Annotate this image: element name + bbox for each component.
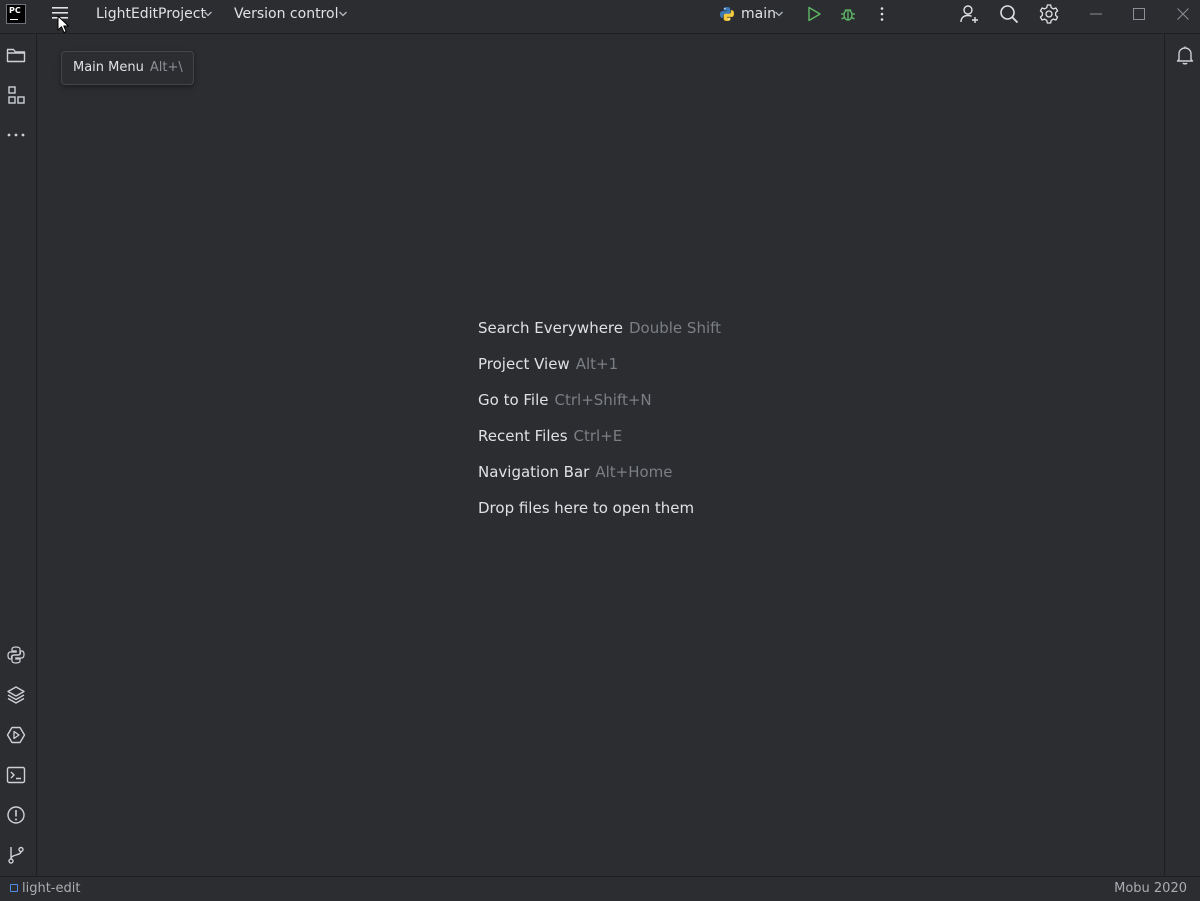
module-icon — [10, 884, 18, 892]
hint-search-everywhere: Search Everywhere Double Shift — [478, 316, 721, 352]
search-icon[interactable] — [998, 3, 1020, 25]
drop-files-hint: Drop files here to open them — [478, 499, 694, 517]
hint-shortcut: Double Shift — [629, 319, 721, 337]
left-tool-strip — [0, 34, 37, 876]
notifications-icon[interactable] — [1174, 44, 1196, 66]
hint-action: Project View — [478, 355, 570, 373]
git-icon[interactable] — [5, 844, 27, 866]
settings-icon[interactable] — [1038, 3, 1060, 25]
app-logo-text: PC — [9, 6, 21, 15]
hint-navigation-bar: Navigation Bar Alt+Home — [478, 460, 721, 496]
tooltip-label: Main Menu — [73, 60, 144, 75]
main-menu-tooltip: Main Menu Alt+\ — [61, 51, 194, 85]
right-tool-strip — [1164, 34, 1200, 876]
minimize-icon[interactable] — [1088, 6, 1104, 22]
python-console-icon[interactable] — [5, 644, 27, 666]
folder-icon[interactable] — [5, 44, 27, 66]
chevron-down-icon — [774, 9, 784, 19]
python-icon — [719, 6, 735, 22]
empty-editor-hints: Search Everywhere Double Shift Project Vi… — [478, 316, 721, 532]
hint-action: Search Everywhere — [478, 319, 623, 337]
more-horizontal-icon[interactable] — [5, 124, 27, 146]
hint-drop-files: Drop files here to open them — [478, 496, 721, 532]
status-bar: light-edit Mobu 2020 — [0, 876, 1200, 900]
hint-action: Recent Files — [478, 427, 568, 445]
hint-go-to-file: Go to File Ctrl+Shift+N — [478, 388, 721, 424]
more-vertical-icon[interactable] — [873, 5, 891, 23]
project-selector[interactable]: LightEditProject — [96, 0, 206, 28]
tooltip-shortcut: Alt+\ — [150, 60, 183, 75]
problems-icon[interactable] — [5, 804, 27, 826]
app-logo: PC — [6, 4, 26, 24]
status-right-label[interactable]: Mobu 2020 — [1114, 877, 1187, 901]
status-left[interactable]: light-edit — [10, 877, 80, 901]
hint-recent-files: Recent Files Ctrl+E — [478, 424, 721, 460]
close-icon[interactable] — [1175, 6, 1191, 22]
terminal-icon[interactable] — [5, 764, 27, 786]
structure-icon[interactable] — [5, 84, 27, 106]
hint-shortcut: Ctrl+E — [574, 427, 623, 445]
debug-icon[interactable] — [839, 5, 857, 23]
hint-action: Navigation Bar — [478, 463, 589, 481]
run-icon[interactable] — [805, 5, 823, 23]
hint-project-view: Project View Alt+1 — [478, 352, 721, 388]
hint-shortcut: Alt+Home — [595, 463, 672, 481]
hint-shortcut: Ctrl+Shift+N — [555, 391, 652, 409]
vcs-selector[interactable]: Version control — [234, 0, 338, 28]
hint-shortcut: Alt+1 — [576, 355, 618, 373]
chevron-down-icon — [338, 9, 348, 19]
chevron-down-icon — [203, 9, 213, 19]
add-user-icon[interactable] — [958, 3, 980, 25]
run-config-selector[interactable]: main — [741, 0, 776, 28]
layers-icon[interactable] — [5, 684, 27, 706]
maximize-icon[interactable] — [1131, 6, 1147, 22]
status-project-label: light-edit — [22, 881, 80, 896]
hint-action: Go to File — [478, 391, 549, 409]
mouse-cursor-icon — [57, 15, 71, 35]
services-icon[interactable] — [5, 724, 27, 746]
title-bar: PC LightEditProject Version control main — [0, 0, 1200, 34]
